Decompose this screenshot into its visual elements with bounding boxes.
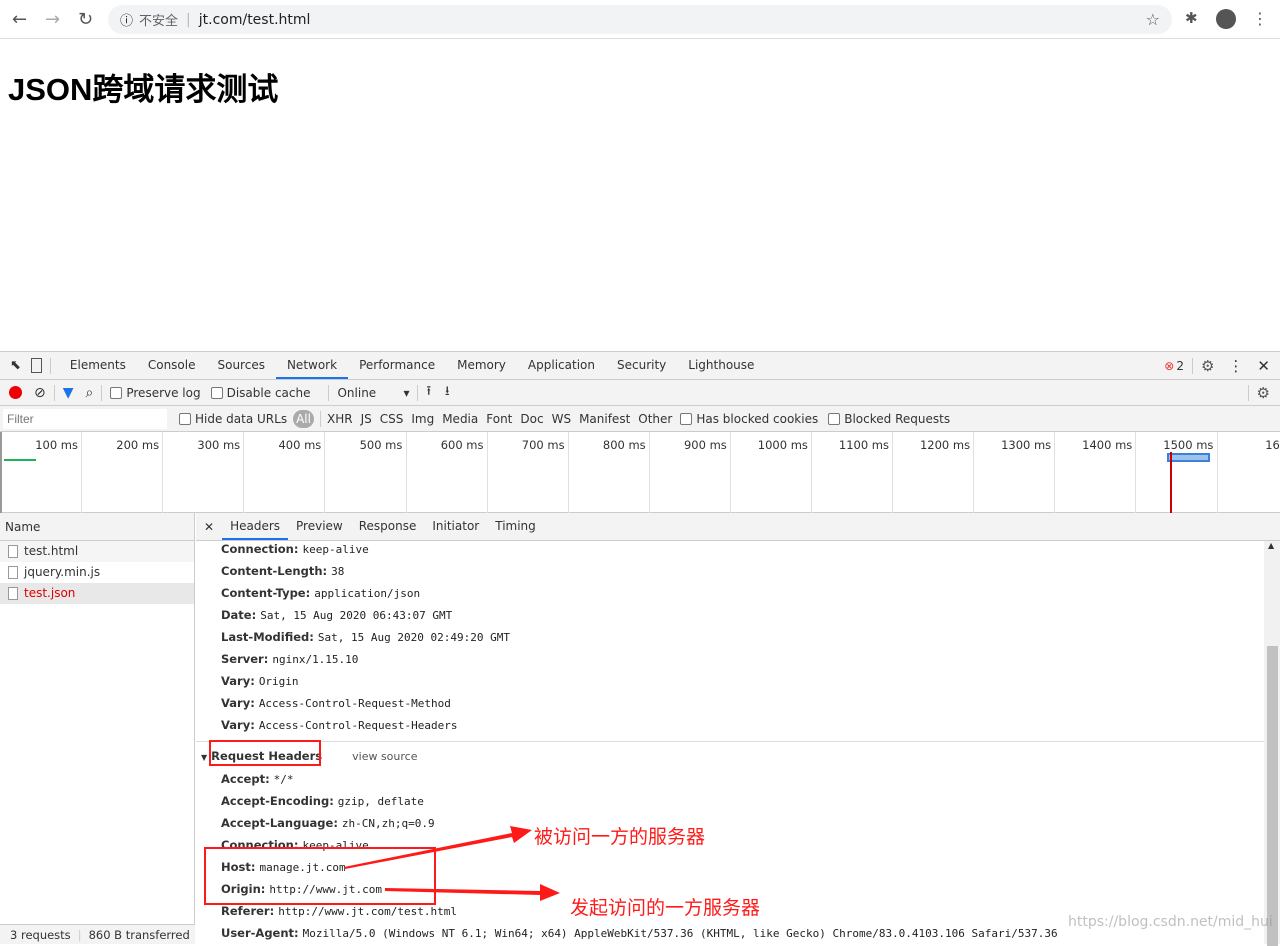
- annotation-arrows: [0, 0, 1280, 943]
- watermark: https://blog.csdn.net/mid_hui: [1068, 914, 1273, 930]
- arrow-to-host-note: [344, 826, 532, 869]
- arrow-to-origin-note: [385, 884, 560, 901]
- origin-annotation: 发起访问的一方服务器: [570, 893, 760, 920]
- host-annotation: 被访问一方的服务器: [534, 822, 705, 849]
